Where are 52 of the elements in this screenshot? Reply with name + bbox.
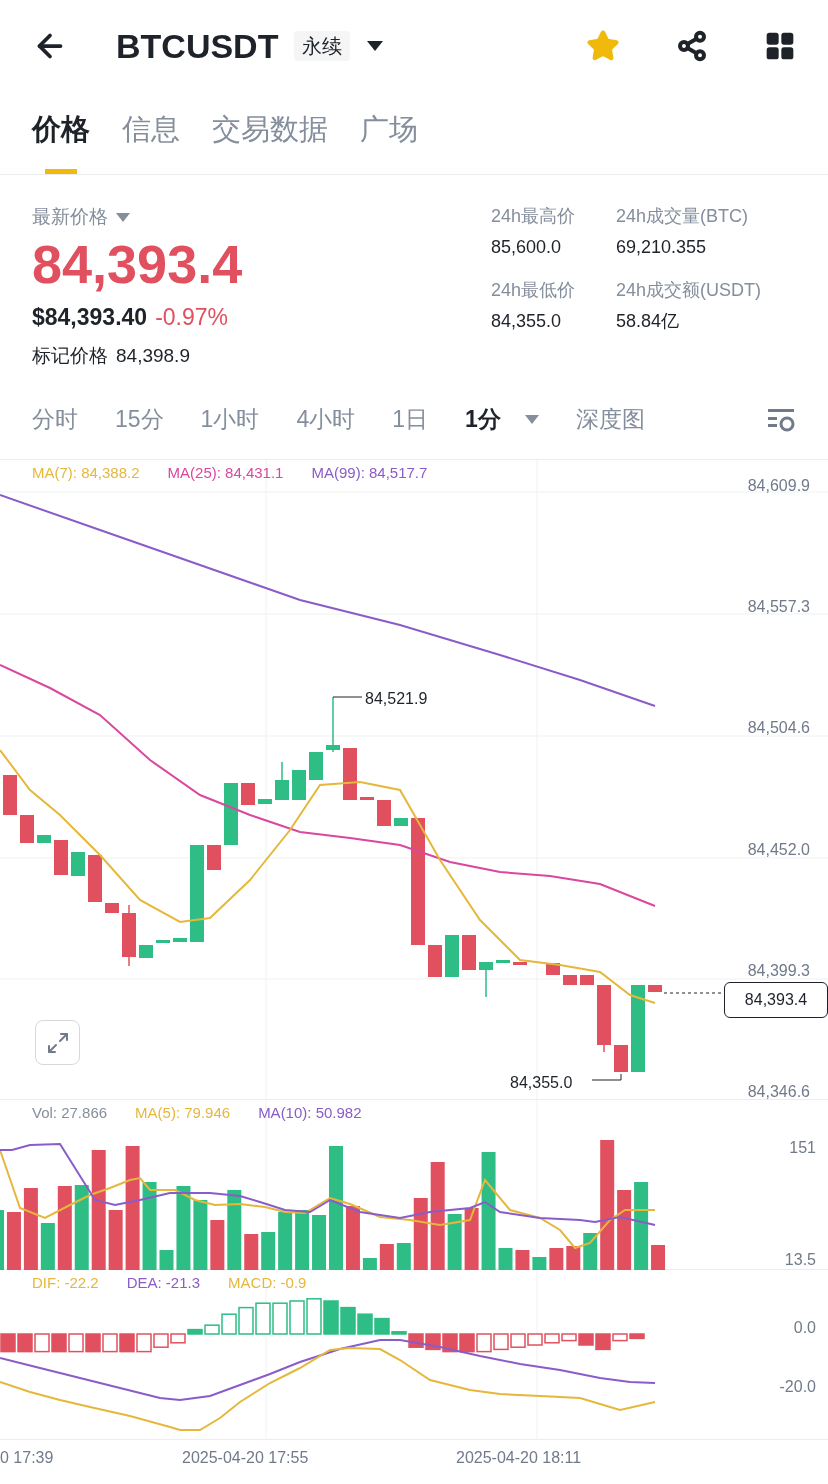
mark-price-label: 标记价格 (32, 344, 108, 368)
mark-price: 84,398.9 (116, 344, 190, 368)
price-label: 最新价格 (32, 205, 108, 229)
symbol-title: BTCUSDT (116, 25, 279, 67)
time-axis-label: 2025-04-20 18:11 (456, 1448, 582, 1468)
stat-label: 24h成交量(BTC) (616, 205, 750, 228)
time-axis-label: 0 17:39 (0, 1448, 54, 1468)
price-axis-label: 84,346.6 (747, 1082, 810, 1102)
indicator-label: MA(5): 79.946 (135, 1103, 231, 1123)
indicator-label: MA(7): 84,388.2 (32, 463, 140, 483)
indicator-label: Vol: 27.866 (32, 1103, 108, 1123)
interval-tab[interactable]: 1日 (392, 402, 428, 437)
interval-tab[interactable]: 1小时 (200, 402, 260, 437)
interval-tab[interactable]: 4小时 (296, 402, 356, 437)
tab[interactable]: 价格 (32, 108, 90, 168)
high-price-label: 84,521.9 (365, 689, 428, 709)
price-axis-label: 84,504.6 (747, 718, 810, 739)
interval-tab[interactable]: 分时 (32, 402, 78, 437)
stat-value: 85,600.0 (491, 236, 563, 259)
volume-axis-label: 13.5 (784, 1250, 816, 1270)
price-axis-label: 84,609.9 (747, 476, 810, 496)
stat-value: 58.84亿 (616, 310, 681, 333)
low-price-label: 84,355.0 (510, 1073, 573, 1093)
indicator-label: DEA: -21.3 (126, 1273, 201, 1293)
volume-axis-label: 151 (789, 1138, 816, 1158)
indicator-label: MA(10): 50.982 (258, 1103, 362, 1123)
contract-badge: 永续 (294, 31, 351, 61)
indicator-label: MA(25): 84,431.1 (167, 463, 284, 483)
last-price: 84,393.4 (32, 232, 244, 296)
price-axis-label: 84,557.3 (747, 597, 810, 618)
price-axis-label: 84,399.3 (747, 960, 810, 981)
tab[interactable]: 广场 (360, 108, 418, 168)
time-axis-label: 2025-04-20 17:55 (182, 1448, 309, 1468)
interval-tab[interactable]: 1分 (465, 402, 539, 437)
tab[interactable]: 信息 (122, 108, 180, 168)
stat-label: 24h成交额(USDT) (616, 279, 763, 302)
price-axis-label: 84,452.0 (747, 839, 810, 860)
stat-value: 69,210.355 (616, 236, 708, 259)
stat-label: 24h最低价 (491, 279, 577, 302)
indicator-label: MACD: -0.9 (228, 1273, 307, 1293)
interval-tab[interactable]: 深度图 (575, 402, 645, 437)
interval-tab[interactable]: 15分 (115, 402, 164, 437)
macd-axis-label: 0.0 (793, 1318, 816, 1338)
usd-price: $84,393.40 (32, 302, 148, 332)
last-price-tag: 84,393.4 (724, 982, 828, 1018)
stat-label: 24h最高价 (491, 205, 577, 228)
indicator-label: DIF: -22.2 (32, 1273, 99, 1293)
indicator-label: MA(99): 84,517.7 (311, 463, 428, 483)
macd-axis-label: -20.0 (779, 1377, 816, 1397)
tab[interactable]: 交易数据 (212, 108, 328, 168)
price-change: -0.97% (155, 302, 228, 332)
stat-value: 84,355.0 (491, 310, 563, 333)
